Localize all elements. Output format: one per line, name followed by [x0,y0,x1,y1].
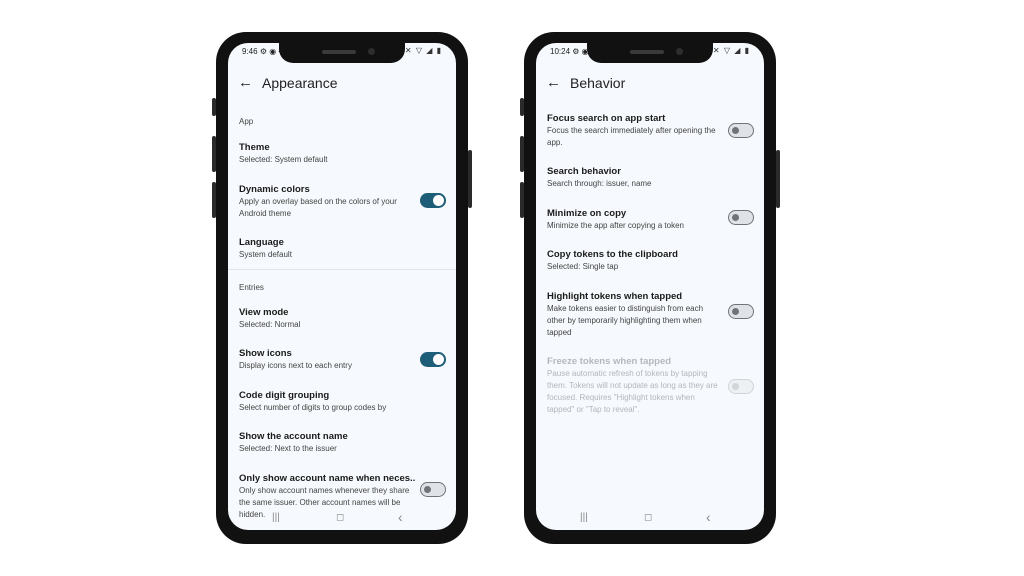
setting-subtitle: Pause automatic refresh of tokens by tap… [547,369,718,414]
setting-show-account-name[interactable]: Show the account name Selected: Next to … [228,431,456,461]
setting-title: Copy tokens to the clipboard [547,249,678,260]
setting-search-behavior[interactable]: Search behavior Search through: issuer, … [536,166,764,196]
setting-title: Theme [239,142,270,153]
side-button [520,98,524,116]
toggle-knob [433,195,444,206]
toggle-knob [433,354,444,365]
setting-title: Dynamic colors [239,184,310,195]
volume-up-button [212,136,216,172]
setting-language[interactable]: Language System default [228,237,456,267]
toggle-knob [732,382,739,390]
camera-icon [676,48,683,55]
section-header-entries: Entries [239,283,264,292]
notch [587,43,713,63]
speaker [322,50,356,54]
home-icon[interactable]: ◻ [336,512,344,523]
setting-title: Focus search on app start [547,113,666,124]
volume-down-button [212,182,216,218]
home-icon[interactable]: ◻ [644,512,652,523]
highlight-tokens-toggle[interactable] [728,304,754,319]
setting-title: Show the account name [239,431,348,442]
setting-title: Minimize on copy [547,208,627,219]
screen-appearance: 9:46 ⚙ ◉ • ✕ ▽ ◢ ▮ ← Appearance App Them… [228,43,456,530]
freeze-tokens-toggle [728,379,754,394]
status-time: 9:46 ⚙ ◉ • [242,47,282,56]
system-nav-bar: ||| ◻ ‹ [228,508,456,530]
setting-title: Only show account name when neces.. [239,473,416,484]
setting-copy-tokens[interactable]: Copy tokens to the clipboard Selected: S… [536,249,764,279]
arrow-left-icon[interactable]: ← [546,75,561,91]
phone-frame-behavior: 10:24 ⚙ ◉ • ✕ ▽ ◢ ▮ ← Behavior Focus sea… [520,32,780,544]
speaker [630,50,664,54]
toggle-knob [732,126,739,134]
toggle-knob [424,485,431,493]
recents-icon[interactable]: ||| [580,512,588,523]
setting-dynamic-colors[interactable]: Dynamic colors Apply an overlay based on… [228,184,456,226]
camera-icon [368,48,375,55]
status-right-icons: ✕ ▽ ◢ ▮ [404,46,442,55]
side-button [212,98,216,116]
setting-subtitle: Minimize the app after copying a token [547,221,684,230]
setting-title: Freeze tokens when tapped [547,356,672,367]
back-nav-icon[interactable]: ‹ [706,509,711,525]
notch [279,43,405,63]
setting-subtitle: Select number of digits to group codes b… [239,403,387,412]
setting-freeze-tokens: Freeze tokens when tapped Pause automati… [536,356,764,426]
status-right-icons: ✕ ▽ ◢ ▮ [712,46,750,55]
arrow-left-icon[interactable]: ← [238,75,253,91]
setting-subtitle: Selected: Single tap [547,262,619,271]
app-bar: ← Behavior [536,65,764,105]
screen-behavior: 10:24 ⚙ ◉ • ✕ ▽ ◢ ▮ ← Behavior Focus sea… [536,43,764,530]
section-header-app: App [239,117,254,126]
setting-title: Highlight tokens when tapped [547,291,683,302]
setting-highlight-tokens[interactable]: Highlight tokens when tapped Make tokens… [536,291,764,343]
focus-search-toggle[interactable] [728,123,754,138]
setting-subtitle: Apply an overlay based on the colors of … [239,197,397,218]
toggle-knob [732,307,739,315]
setting-subtitle: Search through: issuer, name [547,179,652,188]
setting-subtitle: Display icons next to each entry [239,361,352,370]
back-nav-icon[interactable]: ‹ [398,509,403,525]
setting-focus-search[interactable]: Focus search on app start Focus the sear… [536,113,764,153]
divider [228,269,456,270]
setting-title: Code digit grouping [239,390,330,401]
setting-minimize-on-copy[interactable]: Minimize on copy Minimize the app after … [536,208,764,238]
setting-show-icons[interactable]: Show icons Display icons next to each en… [228,348,456,378]
recents-icon[interactable]: ||| [272,512,280,523]
toggle-knob [732,213,739,221]
phone-frame-appearance: 9:46 ⚙ ◉ • ✕ ▽ ◢ ▮ ← Appearance App Them… [212,32,472,544]
page-title: Appearance [262,75,338,91]
setting-title: Search behavior [547,166,621,177]
setting-subtitle: Selected: System default [239,155,328,164]
system-nav-bar: ||| ◻ ‹ [536,508,764,530]
volume-up-button [520,136,524,172]
app-bar: ← Appearance [228,65,456,105]
setting-theme[interactable]: Theme Selected: System default [228,142,456,172]
status-left-icons: ⚙ ◉ • [259,47,282,56]
power-button [776,150,780,208]
setting-subtitle: Selected: Next to the issuer [239,444,337,453]
show-icons-toggle[interactable] [420,352,446,367]
setting-view-mode[interactable]: View mode Selected: Normal [228,307,456,337]
setting-subtitle: Selected: Normal [239,320,301,329]
minimize-on-copy-toggle[interactable] [728,210,754,225]
power-button [468,150,472,208]
setting-title: Language [239,237,284,248]
setting-subtitle: Make tokens easier to distinguish from e… [547,304,704,337]
setting-code-digit-grouping[interactable]: Code digit grouping Select number of dig… [228,390,456,420]
setting-title: View mode [239,307,289,318]
only-show-account-name-toggle[interactable] [420,482,446,497]
setting-subtitle: Focus the search immediately after openi… [547,126,716,147]
dynamic-colors-toggle[interactable] [420,193,446,208]
setting-subtitle: System default [239,250,292,259]
setting-title: Show icons [239,348,292,359]
page-title: Behavior [570,75,626,91]
volume-down-button [520,182,524,218]
